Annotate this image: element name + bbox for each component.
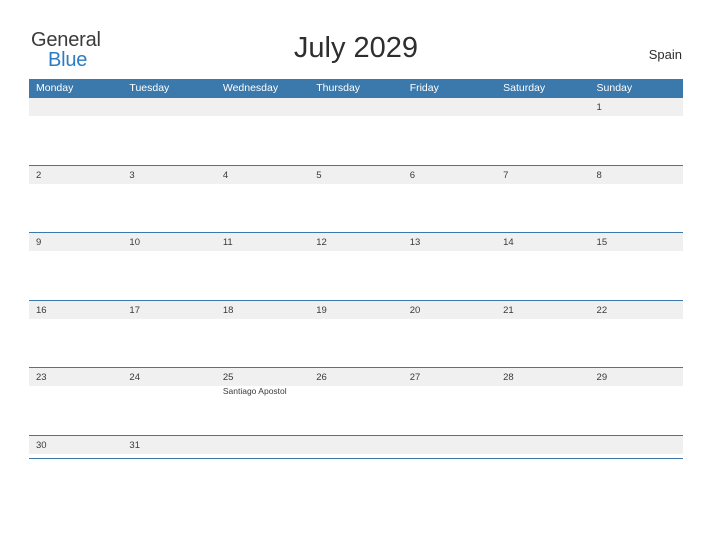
day-number: 31 bbox=[129, 439, 140, 451]
day-cell[interactable]: 29 bbox=[590, 368, 683, 435]
day-cell[interactable] bbox=[309, 436, 402, 458]
day-number: 29 bbox=[596, 372, 608, 383]
day-cell[interactable] bbox=[309, 98, 402, 165]
weekday-header-monday: Monday bbox=[29, 79, 123, 98]
day-cell[interactable]: 1 bbox=[590, 98, 683, 165]
calendar-grid: Monday Tuesday Wednesday Thursday Friday… bbox=[29, 79, 683, 459]
day-number: 30 bbox=[36, 439, 47, 451]
day-cell[interactable]: 3 bbox=[122, 166, 215, 233]
day-cell[interactable]: 12 bbox=[309, 233, 402, 300]
day-number: 7 bbox=[503, 169, 509, 181]
day-cell[interactable]: 11 bbox=[216, 233, 309, 300]
week-row: 30 31 bbox=[29, 435, 683, 459]
weekday-header-sunday: Sunday bbox=[590, 79, 683, 98]
day-number: 9 bbox=[36, 237, 42, 248]
day-cell[interactable] bbox=[496, 98, 589, 165]
day-cell[interactable]: 2 bbox=[29, 166, 122, 233]
day-number: 12 bbox=[316, 237, 327, 248]
day-number: 15 bbox=[596, 237, 608, 248]
day-number: 13 bbox=[409, 237, 421, 248]
week-row: 9 10 11 12 13 14 15 bbox=[29, 233, 683, 301]
calendar-page: General Blue July 2029 Spain Monday Tues… bbox=[0, 0, 712, 550]
day-cell[interactable]: 5 bbox=[309, 166, 402, 233]
day-cell[interactable]: 15 bbox=[590, 233, 683, 300]
day-number: 22 bbox=[596, 304, 608, 316]
day-number: 14 bbox=[503, 237, 514, 248]
weekday-header-thursday: Thursday bbox=[309, 79, 403, 98]
day-cell[interactable] bbox=[403, 436, 496, 458]
week-row: 1 bbox=[29, 98, 683, 166]
day-cell[interactable]: 6 bbox=[403, 166, 496, 233]
day-cell[interactable]: 10 bbox=[122, 233, 215, 300]
day-number: 8 bbox=[596, 169, 602, 181]
day-number: 1 bbox=[596, 102, 602, 113]
day-cell[interactable]: 24 bbox=[122, 368, 215, 435]
country-label: Spain bbox=[648, 47, 682, 62]
day-cell[interactable]: 18 bbox=[216, 301, 309, 368]
day-number: 2 bbox=[36, 169, 42, 181]
page-title: July 2029 bbox=[293, 32, 419, 64]
day-number: 3 bbox=[129, 169, 135, 181]
day-cell[interactable]: 23 bbox=[29, 368, 122, 435]
day-number: 20 bbox=[409, 304, 421, 316]
day-number: 18 bbox=[222, 304, 234, 316]
day-cell[interactable]: 4 bbox=[216, 166, 309, 233]
day-cell[interactable] bbox=[216, 98, 309, 165]
day-number: 23 bbox=[36, 372, 47, 383]
week-row: 16 17 18 19 20 21 22 bbox=[29, 300, 683, 368]
day-number: 26 bbox=[316, 372, 327, 383]
day-cell[interactable]: 28 bbox=[496, 368, 589, 435]
day-cell[interactable]: 8 bbox=[590, 166, 683, 233]
day-number: 5 bbox=[316, 169, 322, 181]
day-number: 24 bbox=[129, 372, 140, 383]
day-number: 17 bbox=[129, 304, 140, 316]
weekday-header-row: Monday Tuesday Wednesday Thursday Friday… bbox=[29, 79, 683, 98]
day-cell[interactable]: 16 bbox=[29, 301, 122, 368]
day-cell[interactable] bbox=[496, 436, 589, 458]
day-cell[interactable]: 21 bbox=[496, 301, 589, 368]
weekday-header-saturday: Saturday bbox=[496, 79, 590, 98]
page-header: General Blue July 2029 Spain bbox=[0, 0, 712, 78]
day-number: 4 bbox=[222, 169, 229, 181]
day-number: 19 bbox=[316, 304, 327, 316]
weekday-header-tuesday: Tuesday bbox=[122, 79, 216, 98]
weekday-header-friday: Friday bbox=[403, 79, 497, 98]
day-cell[interactable] bbox=[403, 98, 496, 165]
day-cell[interactable]: 7 bbox=[496, 166, 589, 233]
day-cell[interactable]: 26 bbox=[309, 368, 402, 435]
day-cell[interactable] bbox=[29, 98, 122, 165]
day-cell[interactable]: 20 bbox=[403, 301, 496, 368]
day-cell[interactable] bbox=[216, 436, 309, 458]
day-cell[interactable]: 25 Santiago Apostol bbox=[216, 368, 309, 435]
day-cell[interactable]: 9 bbox=[29, 233, 122, 300]
day-cell[interactable]: 13 bbox=[403, 233, 496, 300]
day-cell[interactable]: 31 bbox=[122, 436, 215, 458]
day-number: 21 bbox=[503, 304, 514, 316]
weekday-header-wednesday: Wednesday bbox=[216, 79, 310, 98]
week-row: 2 3 4 5 6 7 8 bbox=[29, 165, 683, 233]
day-cell[interactable] bbox=[122, 98, 215, 165]
day-number: 25 bbox=[222, 372, 234, 383]
day-cell[interactable] bbox=[590, 436, 683, 458]
day-event: Santiago Apostol bbox=[222, 386, 287, 396]
day-number: 11 bbox=[222, 237, 233, 248]
day-number: 28 bbox=[503, 372, 514, 383]
day-number: 16 bbox=[36, 304, 47, 316]
day-number: 27 bbox=[409, 372, 421, 383]
day-cell[interactable]: 22 bbox=[590, 301, 683, 368]
day-cell[interactable]: 19 bbox=[309, 301, 402, 368]
day-cell[interactable]: 14 bbox=[496, 233, 589, 300]
day-number: 10 bbox=[129, 237, 140, 248]
week-row: 23 24 25 Santiago Apostol 26 27 28 29 bbox=[29, 368, 683, 436]
day-cell[interactable]: 17 bbox=[122, 301, 215, 368]
day-cell[interactable]: 27 bbox=[403, 368, 496, 435]
day-number: 6 bbox=[409, 169, 415, 181]
day-cell[interactable]: 30 bbox=[29, 436, 122, 458]
